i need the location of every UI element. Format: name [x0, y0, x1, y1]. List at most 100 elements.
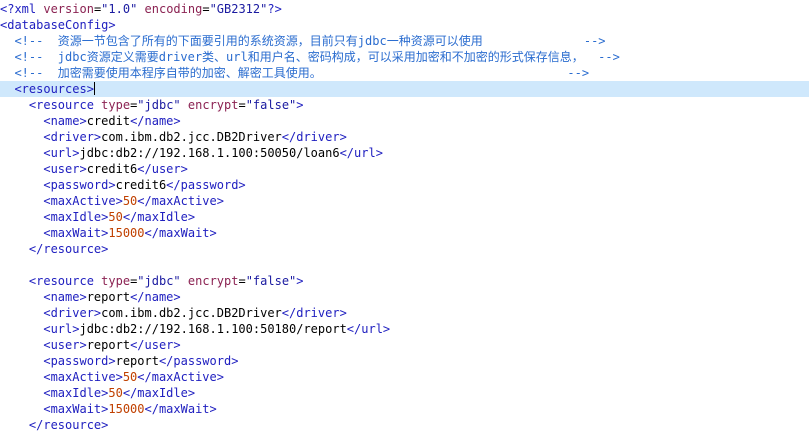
code-token-text: = [238, 98, 246, 112]
code-line[interactable]: <?xml version="1.0" encoding="GB2312"?> [0, 1, 809, 17]
code-token-tag: </driver> [281, 306, 347, 320]
code-token-tag: <maxIdle> [0, 210, 109, 224]
code-line[interactable]: <driver>com.ibm.db2.jcc.DB2Driver</drive… [0, 129, 809, 145]
code-token-comment: <!-- 加密需要使用本程序自带的加密、解密工具使用。 --> [0, 66, 590, 80]
code-line[interactable]: </resource> [0, 417, 809, 433]
code-line[interactable]: <maxWait>15000</maxWait> [0, 225, 809, 241]
code-token-attr-name: type [101, 98, 131, 112]
code-line[interactable]: <maxIdle>50</maxIdle> [0, 385, 809, 401]
code-token-tag: <name> [0, 114, 87, 128]
code-token-text: credit [86, 114, 131, 128]
code-token-tag: </maxIdle> [122, 210, 196, 224]
code-line[interactable]: <databaseConfig> [0, 17, 809, 33]
code-line[interactable]: <!-- 资源一节包含了所有的下面要引用的系统资源，目前只有jdbc一种资源可以… [0, 33, 809, 49]
code-token-tag: </url> [346, 322, 391, 336]
code-token-tag: </maxActive> [137, 194, 224, 208]
code-token-tag: </maxActive> [137, 370, 224, 384]
code-token-attr-value: "jdbc" [137, 98, 181, 112]
code-line[interactable] [0, 257, 809, 273]
code-token-tag: <password> [0, 354, 116, 368]
code-token-text: com.ibm.db2.jcc.DB2Driver [101, 130, 282, 144]
code-token-attr-name: encrypt [187, 274, 239, 288]
code-token-comment: <!-- jdbc资源定义需要driver类、url和用户名、密码构成，可以采用… [0, 50, 620, 64]
code-line[interactable]: <url>jdbc:db2://192.168.1.100:50180/repo… [0, 321, 809, 337]
code-line[interactable]: <url>jdbc:db2://192.168.1.100:50050/loan… [0, 145, 809, 161]
code-token-attr-value: "GB2312" [209, 2, 268, 16]
code-line[interactable]: </resource> [0, 241, 809, 257]
code-token-tag: <user> [0, 338, 87, 352]
code-token-text: com.ibm.db2.jcc.DB2Driver [101, 306, 282, 320]
code-token-tag: <maxIdle> [0, 386, 109, 400]
code-token-tag: <user> [0, 162, 87, 176]
code-line[interactable]: <resource type="jdbc" encrypt="false"> [0, 97, 809, 113]
code-line[interactable]: <maxActive>50</maxActive> [0, 369, 809, 385]
code-token-attr-name: encrypt [187, 98, 239, 112]
code-token-tag: <resources> [0, 82, 94, 96]
code-token-tag: <?xml [0, 2, 44, 16]
code-token-tag: </maxWait> [144, 226, 217, 240]
code-token-tag: </driver> [281, 130, 347, 144]
code-line[interactable]: <password>report</password> [0, 353, 809, 369]
code-token-number: 15000 [108, 402, 145, 416]
code-token-tag: <databaseConfig> [0, 18, 116, 32]
code-token-tag: </password> [166, 178, 246, 192]
code-token-tag: </user> [137, 162, 188, 176]
code-line[interactable]: <!-- jdbc资源定义需要driver类、url和用户名、密码构成，可以采用… [0, 49, 809, 65]
code-token-number: 15000 [108, 226, 145, 240]
code-token-text: jdbc:db2://192.168.1.100:50050/loan6 [79, 146, 340, 160]
code-token-tag: <driver> [0, 306, 102, 320]
code-token-tag: <name> [0, 290, 87, 304]
code-token-tag: <resource [0, 274, 102, 288]
code-token-tag: <driver> [0, 130, 102, 144]
code-line[interactable]: <driver>com.ibm.db2.jcc.DB2Driver</drive… [0, 305, 809, 321]
text-cursor [93, 82, 95, 95]
code-line[interactable]: <user>report</user> [0, 337, 809, 353]
code-token-tag: <resource [0, 98, 102, 112]
xml-code-editor[interactable]: <?xml version="1.0" encoding="GB2312"?> <… [0, 0, 809, 440]
code-line[interactable]: <!-- 加密需要使用本程序自带的加密、解密工具使用。 --> [0, 65, 809, 81]
code-token-text: = [202, 2, 210, 16]
code-token-attr-value: "1.0" [101, 2, 138, 16]
code-token-tag: > [296, 98, 304, 112]
code-line[interactable]: <resource type="jdbc" encrypt="false"> [0, 273, 809, 289]
code-token-tag: </user> [130, 338, 181, 352]
code-line[interactable]: <resources> [0, 81, 809, 97]
code-token-tag: <maxWait> [0, 226, 109, 240]
code-token-tag: </maxWait> [144, 402, 217, 416]
code-token-tag: <maxWait> [0, 402, 109, 416]
code-token-tag: </name> [130, 290, 181, 304]
code-line[interactable]: <name>report</name> [0, 289, 809, 305]
code-token-text: credit6 [86, 162, 138, 176]
code-line[interactable]: <password>credit6</password> [0, 177, 809, 193]
code-token-attr-value: "false" [245, 274, 297, 288]
code-token-text: jdbc:db2://192.168.1.100:50180/report [79, 322, 347, 336]
code-token-tag: </maxIdle> [122, 386, 196, 400]
code-line[interactable]: <maxWait>15000</maxWait> [0, 401, 809, 417]
code-token-tag: <url> [0, 322, 80, 336]
code-token-attr-name: encoding [144, 2, 203, 16]
code-token-text: report [115, 354, 159, 368]
code-token-tag: <url> [0, 146, 80, 160]
code-token-attr-value: "jdbc" [137, 274, 181, 288]
code-line[interactable]: <user>credit6</user> [0, 161, 809, 177]
code-token-tag: > [296, 274, 304, 288]
code-token-tag: </name> [130, 114, 181, 128]
code-token-tag: </resource> [0, 418, 109, 432]
code-token-attr-name: version [43, 2, 94, 16]
code-line[interactable]: <maxIdle>50</maxIdle> [0, 209, 809, 225]
code-token-text: credit6 [115, 178, 167, 192]
code-token-tag: <password> [0, 178, 116, 192]
code-line[interactable]: <maxActive>50</maxActive> [0, 193, 809, 209]
code-token-tag: <maxActive> [0, 194, 123, 208]
code-token-attr-value: "false" [245, 98, 297, 112]
code-token-number: 50 [108, 386, 123, 400]
code-token-text: report [86, 290, 131, 304]
code-token-tag: ?> [267, 2, 282, 16]
code-line[interactable]: <name>credit</name> [0, 113, 809, 129]
code-token-text: report [86, 338, 131, 352]
code-token-tag: </resource> [0, 242, 109, 256]
code-token-number: 50 [122, 194, 138, 208]
code-token-tag: <maxActive> [0, 370, 123, 384]
